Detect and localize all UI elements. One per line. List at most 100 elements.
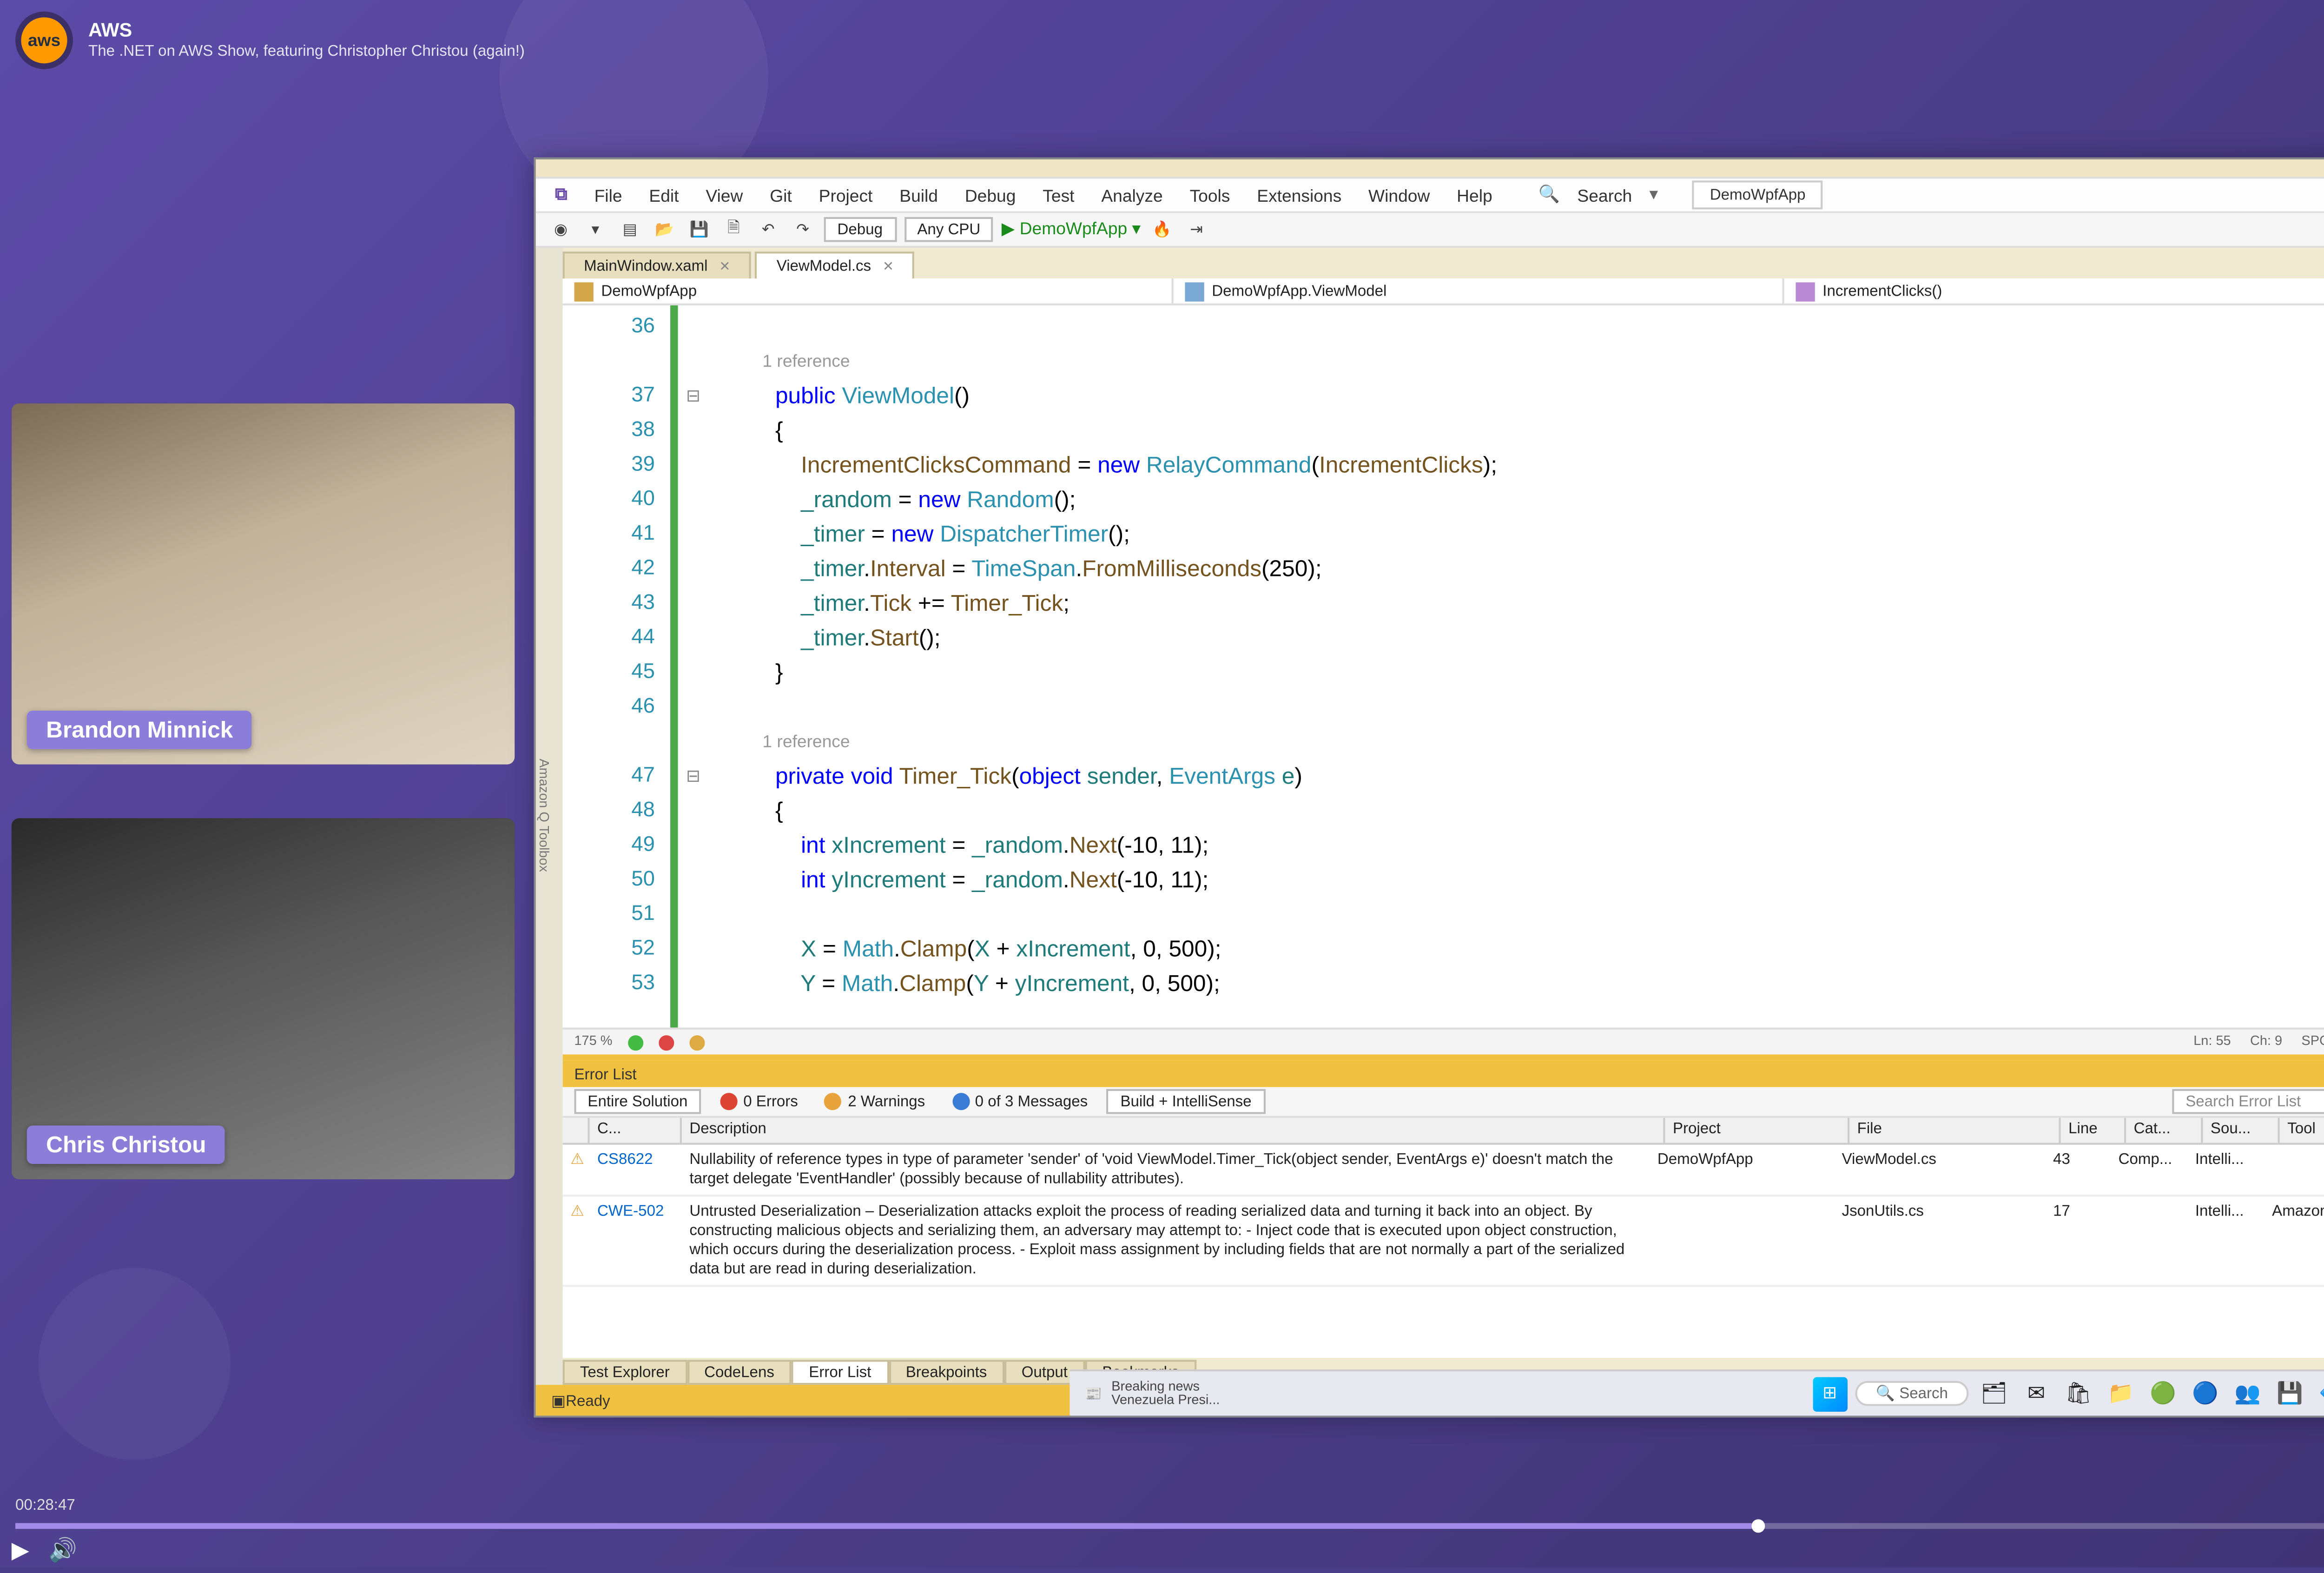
menu-analyze[interactable]: Analyze [1090,181,1175,208]
saveall-icon[interactable]: 🗎 [720,216,747,243]
nav-member[interactable]: IncrementClicks() [1784,278,2324,304]
presenter-2-name: Chris Christou [27,1125,225,1164]
open-icon[interactable]: 📂 [651,216,678,243]
vs-search[interactable]: 🔍 Search ▾ [1527,178,1670,212]
bottom-tab-codelens[interactable]: CodeLens [687,1359,792,1384]
errors-filter[interactable]: 0 Errors [713,1091,805,1112]
video-player-controls: 00:28:47 00:45:56 ▶ 🔊 ⚙ ▭ ⛶ [0,1502,2324,1567]
channel-watermark[interactable]: aws AWS The .NET on AWS Show, featuring … [15,12,525,69]
windows-taskbar: 📰 Breaking news Venezuela Presi... ⊞ 🔍 Se… [1070,1369,2324,1415]
tab-MainWindow.xaml[interactable]: MainWindow.xaml✕ [563,251,752,278]
status-dot-red [659,1034,674,1050]
taskbar-save-icon[interactable]: 💾 [2272,1376,2307,1411]
menu-project[interactable]: Project [807,181,884,208]
zoom-level[interactable]: 175 % [574,1035,612,1049]
vs-project-dropdown[interactable]: DemoWpfApp [1693,180,1823,209]
presenter-webcam-2: Chris Christou AWS Software Engineer | @… [12,818,515,1179]
vs-logo-icon: ⧉ [543,180,579,209]
editor-statusbar: 175 % Ln: 55 Ch: 9 SPC CRLF [563,1028,2324,1055]
step-icon[interactable]: ⇥ [1183,216,1210,243]
menu-tools[interactable]: Tools [1178,181,1241,208]
messages-filter[interactable]: 0 of 3 Messages [944,1091,1096,1112]
hotreload-icon[interactable]: 🔥 [1149,216,1175,243]
menu-test[interactable]: Test [1031,181,1086,208]
taskbar-edge-icon[interactable]: 🔵 [2188,1376,2222,1411]
warnings-filter[interactable]: 2 Warnings [817,1091,933,1112]
tab-ViewModel.cs[interactable]: ViewModel.cs✕ [755,251,915,278]
menu-git[interactable]: Git [758,181,803,208]
seek-bar[interactable] [15,1523,2324,1529]
error-search[interactable]: Search Error List [2172,1089,2324,1114]
undo-icon[interactable]: ↶ [755,216,782,243]
volume-icon[interactable]: 🔊 [48,1537,77,1564]
menu-edit[interactable]: Edit [638,181,691,208]
status-ready: Ready [566,1392,610,1409]
news-icon: 📰 [1085,1386,1102,1401]
error-list-title: Error List [574,1065,636,1082]
bottom-tab-breakpoints[interactable]: Breakpoints [889,1359,1004,1384]
news-headline: Breaking news [1111,1380,1220,1394]
video-title: The .NET on AWS Show, featuring Christop… [88,42,525,59]
play-icon[interactable]: ▶ [12,1537,29,1564]
taskbar-news-widget[interactable]: 📰 Breaking news Venezuela Presi... [1085,1380,1220,1407]
taskbar-folder-icon[interactable]: 📁 [2104,1376,2138,1411]
cursor-line: Ln: 55 [2193,1035,2231,1049]
menu-view[interactable]: View [694,181,755,208]
error-columns: C...DescriptionProjectFileLineCat...Sou.… [563,1118,2324,1145]
build-filter-dropdown[interactable]: Build + IntelliSense [1107,1089,1265,1114]
nav-back-icon[interactable]: ◉ [548,216,574,243]
taskbar-store-icon[interactable]: 🛍 [2061,1376,2096,1411]
menu-debug[interactable]: Debug [953,181,1027,208]
menu-extensions[interactable]: Extensions [1245,181,1353,208]
menu-window[interactable]: Window [1357,181,1441,208]
warning-icon: ⚠ [570,1150,597,1168]
close-tab-icon[interactable]: ✕ [883,261,894,275]
taskbar-teams-icon[interactable]: 👥 [2230,1376,2265,1411]
channel-name: AWS [88,21,525,42]
code-editor[interactable]: 363738394041424344454647484950515253 ⊟⊟ … [563,305,2324,1028]
warning-icon: ⚠ [570,1203,597,1220]
new-icon[interactable]: ▤ [616,216,643,243]
status-indicator-icon: ▣ [551,1392,566,1409]
nav-fwd-icon[interactable]: ▾ [582,216,609,243]
vs-titlebar[interactable]: — ▢ ✕ [536,159,2324,178]
menu-help[interactable]: Help [1445,181,1504,208]
menu-file[interactable]: File [583,181,634,208]
news-subline: Venezuela Presi... [1111,1394,1220,1407]
bottom-tab-test-explorer[interactable]: Test Explorer [563,1359,687,1384]
vs-toolbar: ◉ ▾ ▤ 📂 💾 🗎 ↶ ↷ Debug Any CPU ▶ DemoWpfA… [536,213,2324,248]
indent-mode[interactable]: SPC [2301,1035,2324,1049]
bg-blob [39,1268,231,1460]
time-elapsed: 00:28:47 [15,1496,75,1514]
bottom-tab-error-list[interactable]: Error List [792,1359,888,1384]
error-row[interactable]: ⚠ CS8622 Nullability of reference types … [563,1145,2324,1197]
error-row[interactable]: ⚠ CWE-502 Untrusted Deserialization – De… [563,1196,2324,1287]
run-button[interactable]: ▶ DemoWpfApp ▾ [1002,219,1141,240]
status-dot-green [628,1034,643,1050]
taskbar-explorer-icon[interactable]: 🗂 [1977,1376,2011,1411]
error-list-panel: Error List ▾ ⚑ ✕ Entire Solution 0 Error… [563,1054,2324,1358]
error-scope-dropdown[interactable]: Entire Solution [574,1089,701,1114]
taskbar-chrome-icon[interactable]: 🟢 [2146,1376,2180,1411]
nav-class[interactable]: DemoWpfApp.ViewModel [1174,278,1784,304]
save-icon[interactable]: 💾 [686,216,713,243]
start-button[interactable]: ⊞ [1813,1376,1847,1411]
taskbar-search[interactable]: 🔍 Search [1855,1381,1969,1406]
config-dropdown[interactable]: Debug [824,217,896,242]
redo-icon[interactable]: ↷ [789,216,816,243]
aws-logo-icon: aws [15,12,73,69]
menu-build[interactable]: Build [888,181,949,208]
editor-tabs: MainWindow.xaml✕ViewModel.cs✕ [563,248,2324,278]
presenter-1-name: Brandon Minnick [27,711,252,749]
taskbar-outlook-icon[interactable]: ✉ [2019,1376,2053,1411]
vs-menubar: ⧉ FileEditViewGitProjectBuildDebugTestAn… [536,178,2324,213]
visual-studio-window: — ▢ ✕ ⧉ FileEditViewGitProjectBuildDebug… [534,158,2324,1418]
cursor-col: Ch: 9 [2250,1035,2282,1049]
presenter-webcam-1: Brandon Minnick .NET Developer Advocate … [12,403,515,765]
nav-scope[interactable]: DemoWpfApp [563,278,1174,304]
left-toolbox-gutter[interactable]: Amazon Q Toolbox [536,248,563,1385]
status-dot-yellow [689,1034,705,1050]
close-tab-icon[interactable]: ✕ [719,261,730,275]
taskbar-vscode-icon[interactable]: 🔷 [2315,1376,2324,1411]
platform-dropdown[interactable]: Any CPU [904,217,994,242]
